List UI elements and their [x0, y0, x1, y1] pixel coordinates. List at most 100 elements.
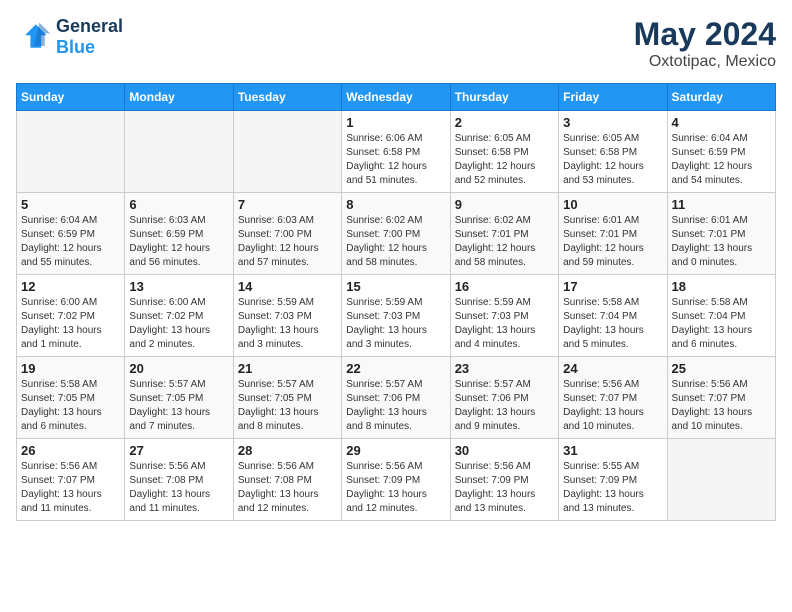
- day-info: Sunrise: 5:56 AM Sunset: 7:07 PM Dayligh…: [672, 378, 771, 434]
- calendar-week-row: 1 Sunrise: 6:06 AM Sunset: 6:58 PM Daylig…: [17, 111, 776, 193]
- calendar-cell: 12 Sunrise: 6:00 AM Sunset: 7:02 PM Dayli…: [17, 275, 125, 357]
- calendar-cell: 2 Sunrise: 6:05 AM Sunset: 6:58 PM Daylig…: [450, 111, 558, 193]
- logo-text: General Blue: [56, 16, 123, 58]
- weekday-header: Thursday: [450, 84, 558, 111]
- weekday-header-row: SundayMondayTuesdayWednesdayThursdayFrid…: [17, 84, 776, 111]
- calendar-cell: 23 Sunrise: 5:57 AM Sunset: 7:06 PM Dayli…: [450, 357, 558, 439]
- day-info: Sunrise: 5:57 AM Sunset: 7:06 PM Dayligh…: [346, 378, 445, 434]
- day-number: 20: [129, 361, 228, 376]
- calendar-cell: 7Sunrise: 6:03 AM Sunset: 7:00 PM Daylig…: [233, 193, 341, 275]
- weekday-header: Tuesday: [233, 84, 341, 111]
- day-info: Sunrise: 6:04 AM Sunset: 6:59 PM Dayligh…: [21, 214, 120, 270]
- day-number: 23: [455, 361, 554, 376]
- calendar-cell: 5 Sunrise: 6:04 AM Sunset: 6:59 PM Daylig…: [17, 193, 125, 275]
- day-number: 11: [672, 197, 771, 212]
- calendar-cell: [125, 111, 233, 193]
- calendar-cell: 28Sunrise: 5:56 AM Sunset: 7:08 PM Dayli…: [233, 439, 341, 521]
- day-info: Sunrise: 5:56 AM Sunset: 7:08 PM Dayligh…: [238, 460, 337, 516]
- calendar-cell: 24Sunrise: 5:56 AM Sunset: 7:07 PM Dayli…: [559, 357, 667, 439]
- calendar-cell: [667, 439, 775, 521]
- day-info: Sunrise: 5:58 AM Sunset: 7:04 PM Dayligh…: [672, 296, 771, 352]
- day-number: 17: [563, 279, 662, 294]
- calendar-cell: 22 Sunrise: 5:57 AM Sunset: 7:06 PM Dayli…: [342, 357, 450, 439]
- calendar-cell: 26Sunrise: 5:56 AM Sunset: 7:07 PM Dayli…: [17, 439, 125, 521]
- day-info: Sunrise: 6:05 AM Sunset: 6:58 PM Dayligh…: [563, 132, 662, 188]
- day-info: Sunrise: 6:01 AM Sunset: 7:01 PM Dayligh…: [672, 214, 771, 270]
- day-info: Sunrise: 5:57 AM Sunset: 7:06 PM Dayligh…: [455, 378, 554, 434]
- calendar-cell: 27 Sunrise: 5:56 AM Sunset: 7:08 PM Dayli…: [125, 439, 233, 521]
- day-number: 21: [238, 361, 337, 376]
- day-number: 19: [21, 361, 120, 376]
- day-number: 4: [672, 115, 771, 130]
- day-number: 9: [455, 197, 554, 212]
- day-number: 16: [455, 279, 554, 294]
- calendar: SundayMondayTuesdayWednesdayThursdayFrid…: [16, 83, 776, 521]
- calendar-cell: 17 Sunrise: 5:58 AM Sunset: 7:04 PM Dayli…: [559, 275, 667, 357]
- logo: General Blue: [16, 16, 123, 58]
- calendar-cell: 10 Sunrise: 6:01 AM Sunset: 7:01 PM Dayli…: [559, 193, 667, 275]
- day-info: Sunrise: 5:56 AM Sunset: 7:09 PM Dayligh…: [346, 460, 445, 516]
- title-area: May 2024 Oxtotipac, Mexico: [634, 16, 776, 71]
- calendar-cell: 13Sunrise: 6:00 AM Sunset: 7:02 PM Dayli…: [125, 275, 233, 357]
- calendar-cell: 25 Sunrise: 5:56 AM Sunset: 7:07 PM Dayli…: [667, 357, 775, 439]
- day-info: Sunrise: 5:56 AM Sunset: 7:08 PM Dayligh…: [129, 460, 228, 516]
- calendar-cell: 20 Sunrise: 5:57 AM Sunset: 7:05 PM Dayli…: [125, 357, 233, 439]
- day-info: Sunrise: 6:00 AM Sunset: 7:02 PM Dayligh…: [129, 296, 228, 352]
- day-info: Sunrise: 5:55 AM Sunset: 7:09 PM Dayligh…: [563, 460, 662, 516]
- day-info: Sunrise: 6:05 AM Sunset: 6:58 PM Dayligh…: [455, 132, 554, 188]
- calendar-cell: 11 Sunrise: 6:01 AM Sunset: 7:01 PM Dayli…: [667, 193, 775, 275]
- day-info: Sunrise: 5:59 AM Sunset: 7:03 PM Dayligh…: [346, 296, 445, 352]
- calendar-cell: 9Sunrise: 6:02 AM Sunset: 7:01 PM Daylig…: [450, 193, 558, 275]
- day-number: 1: [346, 115, 445, 130]
- day-number: 27: [129, 443, 228, 458]
- day-number: 6: [129, 197, 228, 212]
- calendar-cell: [233, 111, 341, 193]
- day-number: 30: [455, 443, 554, 458]
- day-number: 22: [346, 361, 445, 376]
- calendar-cell: 21 Sunrise: 5:57 AM Sunset: 7:05 PM Dayli…: [233, 357, 341, 439]
- day-number: 12: [21, 279, 120, 294]
- calendar-cell: 18 Sunrise: 5:58 AM Sunset: 7:04 PM Dayli…: [667, 275, 775, 357]
- calendar-week-row: 5 Sunrise: 6:04 AM Sunset: 6:59 PM Daylig…: [17, 193, 776, 275]
- calendar-week-row: 26Sunrise: 5:56 AM Sunset: 7:07 PM Dayli…: [17, 439, 776, 521]
- calendar-cell: 15 Sunrise: 5:59 AM Sunset: 7:03 PM Dayli…: [342, 275, 450, 357]
- day-info: Sunrise: 5:59 AM Sunset: 7:03 PM Dayligh…: [455, 296, 554, 352]
- calendar-cell: 19Sunrise: 5:58 AM Sunset: 7:05 PM Dayli…: [17, 357, 125, 439]
- day-number: 2: [455, 115, 554, 130]
- day-number: 25: [672, 361, 771, 376]
- day-info: Sunrise: 5:58 AM Sunset: 7:04 PM Dayligh…: [563, 296, 662, 352]
- day-info: Sunrise: 6:00 AM Sunset: 7:02 PM Dayligh…: [21, 296, 120, 352]
- calendar-cell: 31 Sunrise: 5:55 AM Sunset: 7:09 PM Dayli…: [559, 439, 667, 521]
- calendar-cell: 8Sunrise: 6:02 AM Sunset: 7:00 PM Daylig…: [342, 193, 450, 275]
- weekday-header: Sunday: [17, 84, 125, 111]
- day-number: 31: [563, 443, 662, 458]
- day-number: 14: [238, 279, 337, 294]
- logo-icon: [16, 19, 52, 55]
- weekday-header: Saturday: [667, 84, 775, 111]
- day-info: Sunrise: 5:57 AM Sunset: 7:05 PM Dayligh…: [238, 378, 337, 434]
- location: Oxtotipac, Mexico: [634, 53, 776, 71]
- day-info: Sunrise: 6:03 AM Sunset: 6:59 PM Dayligh…: [129, 214, 228, 270]
- day-info: Sunrise: 5:57 AM Sunset: 7:05 PM Dayligh…: [129, 378, 228, 434]
- weekday-header: Wednesday: [342, 84, 450, 111]
- day-number: 24: [563, 361, 662, 376]
- weekday-header: Monday: [125, 84, 233, 111]
- calendar-cell: 6 Sunrise: 6:03 AM Sunset: 6:59 PM Daylig…: [125, 193, 233, 275]
- day-number: 18: [672, 279, 771, 294]
- calendar-week-row: 19Sunrise: 5:58 AM Sunset: 7:05 PM Dayli…: [17, 357, 776, 439]
- day-info: Sunrise: 5:59 AM Sunset: 7:03 PM Dayligh…: [238, 296, 337, 352]
- month-title: May 2024: [634, 16, 776, 53]
- calendar-cell: 4Sunrise: 6:04 AM Sunset: 6:59 PM Daylig…: [667, 111, 775, 193]
- day-number: 3: [563, 115, 662, 130]
- day-info: Sunrise: 6:01 AM Sunset: 7:01 PM Dayligh…: [563, 214, 662, 270]
- calendar-cell: [17, 111, 125, 193]
- calendar-cell: 30Sunrise: 5:56 AM Sunset: 7:09 PM Dayli…: [450, 439, 558, 521]
- calendar-cell: 29Sunrise: 5:56 AM Sunset: 7:09 PM Dayli…: [342, 439, 450, 521]
- calendar-cell: 3 Sunrise: 6:05 AM Sunset: 6:58 PM Daylig…: [559, 111, 667, 193]
- day-number: 5: [21, 197, 120, 212]
- day-number: 26: [21, 443, 120, 458]
- day-number: 10: [563, 197, 662, 212]
- day-number: 15: [346, 279, 445, 294]
- calendar-cell: 1 Sunrise: 6:06 AM Sunset: 6:58 PM Daylig…: [342, 111, 450, 193]
- day-info: Sunrise: 6:06 AM Sunset: 6:58 PM Dayligh…: [346, 132, 445, 188]
